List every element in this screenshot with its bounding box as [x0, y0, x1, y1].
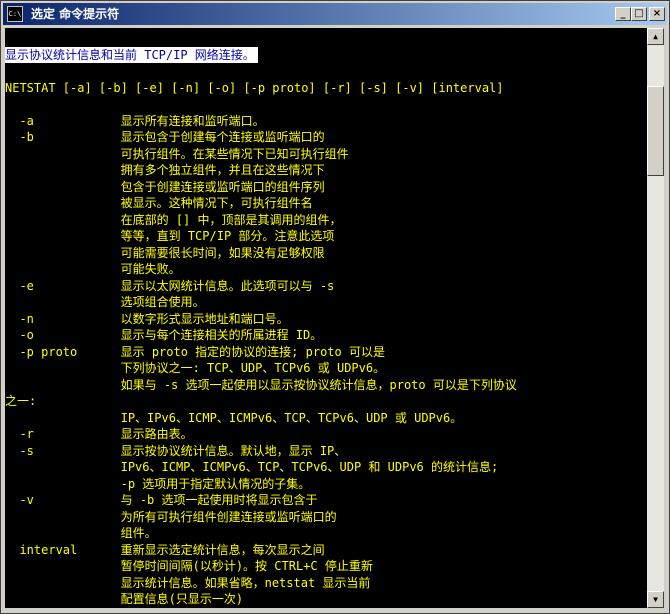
title-bar[interactable]: C:\ 选定 命令提示符 _ □ ×: [3, 3, 667, 25]
console-line: -a 显示所有连接和监听端口。: [5, 114, 265, 128]
console-line: 为所有可执行组件创建连接或监听端口的: [5, 510, 337, 524]
window-title: 选定 命令提示符: [31, 7, 120, 21]
scrollbar-thumb[interactable]: [647, 86, 664, 176]
console-line: interval 重新显示选定统计信息，每次显示之间: [5, 543, 325, 557]
console-line: 下列协议之一: TCP、UDP、TCPv6 或 UDPv6。: [5, 361, 386, 375]
console-line: -p proto 显示 proto 指定的协议的连接; proto 可以是: [5, 345, 385, 359]
console-line: 可能需要很长时间，如果没有足够权限: [5, 246, 325, 260]
console-line: 在底部的 [] 中，顶部是其调用的组件，: [5, 213, 342, 227]
console-line: -p 选项用于指定默认情况的子集。: [5, 477, 311, 491]
maximize-button[interactable]: □: [631, 7, 647, 21]
close-button[interactable]: ×: [649, 7, 665, 21]
console-line: -v 与 -b 选项一起使用时将显示包含于: [5, 493, 318, 507]
console-line: 如果与 -s 选项一起使用以显示按协议统计信息，proto 可以是下列协议: [5, 378, 517, 392]
command-prompt-window: C:\ 选定 命令提示符 _ □ × 显示协议统计信息和当前 TCP/IP 网络…: [0, 0, 670, 614]
console-line: -s 显示按协议统计信息。默认地，显示 IP、: [5, 444, 347, 458]
console-line: -e 显示以太网统计信息。此选项可以与 -s: [5, 279, 335, 293]
console-line: 可执行组件。在某些情况下已知可执行组件: [5, 147, 349, 161]
console-line: NETSTAT [-a] [-b] [-e] [-n] [-o] [-p pro…: [5, 81, 504, 95]
console-line: 暂停时间间隔(以秒计)。按 CTRL+C 停止重新: [5, 559, 373, 573]
console-line: 选项组合使用。: [5, 295, 205, 309]
console-line: 拥有多个独立组件，并且在这些情况下: [5, 163, 325, 177]
scroll-up-button[interactable]: ▲: [647, 28, 664, 45]
minimize-button[interactable]: _: [615, 7, 631, 21]
console-line: -n 以数字形式显示地址和端口号。: [5, 312, 289, 326]
console-line: 被显示。这种情况下，可执行组件名: [5, 196, 313, 210]
console-output[interactable]: 显示协议统计信息和当前 TCP/IP 网络连接。 NETSTAT [-a] [-…: [5, 28, 647, 608]
console-line: IP、IPv6、ICMP、ICMPv6、TCP、TCPv6、UDP 或 UDPv…: [5, 411, 463, 425]
console-line: -b 显示包含于创建每个连接或监听端口的: [5, 130, 325, 144]
console-line: -o 显示与每个连接相关的所属进程 ID。: [5, 328, 323, 342]
console-line: 等等，直到 TCP/IP 部分。注意此选项: [5, 229, 335, 243]
console-line-selected[interactable]: 显示协议统计信息和当前 TCP/IP 网络连接。: [5, 47, 258, 63]
console-line: -r 显示路由表。: [5, 427, 193, 441]
console-app-icon[interactable]: C:\: [7, 6, 23, 22]
scroll-down-button[interactable]: ▼: [647, 591, 664, 608]
console-line: 包含于创建连接或监听端口的组件序列: [5, 180, 325, 194]
vertical-scrollbar[interactable]: ▲ ▼: [647, 28, 664, 608]
console-line: 配置信息(只显示一次): [5, 592, 244, 606]
console-line: 可能失败。: [5, 262, 181, 276]
console-line: 组件。: [5, 526, 157, 540]
console-line: 之一:: [5, 394, 37, 408]
console-line: 显示统计信息。如果省略，netstat 显示当前: [5, 576, 371, 590]
console-line: IPv6、ICMP、ICMPv6、TCP、TCPv6、UDP 和 UDPv6 的…: [5, 460, 499, 474]
